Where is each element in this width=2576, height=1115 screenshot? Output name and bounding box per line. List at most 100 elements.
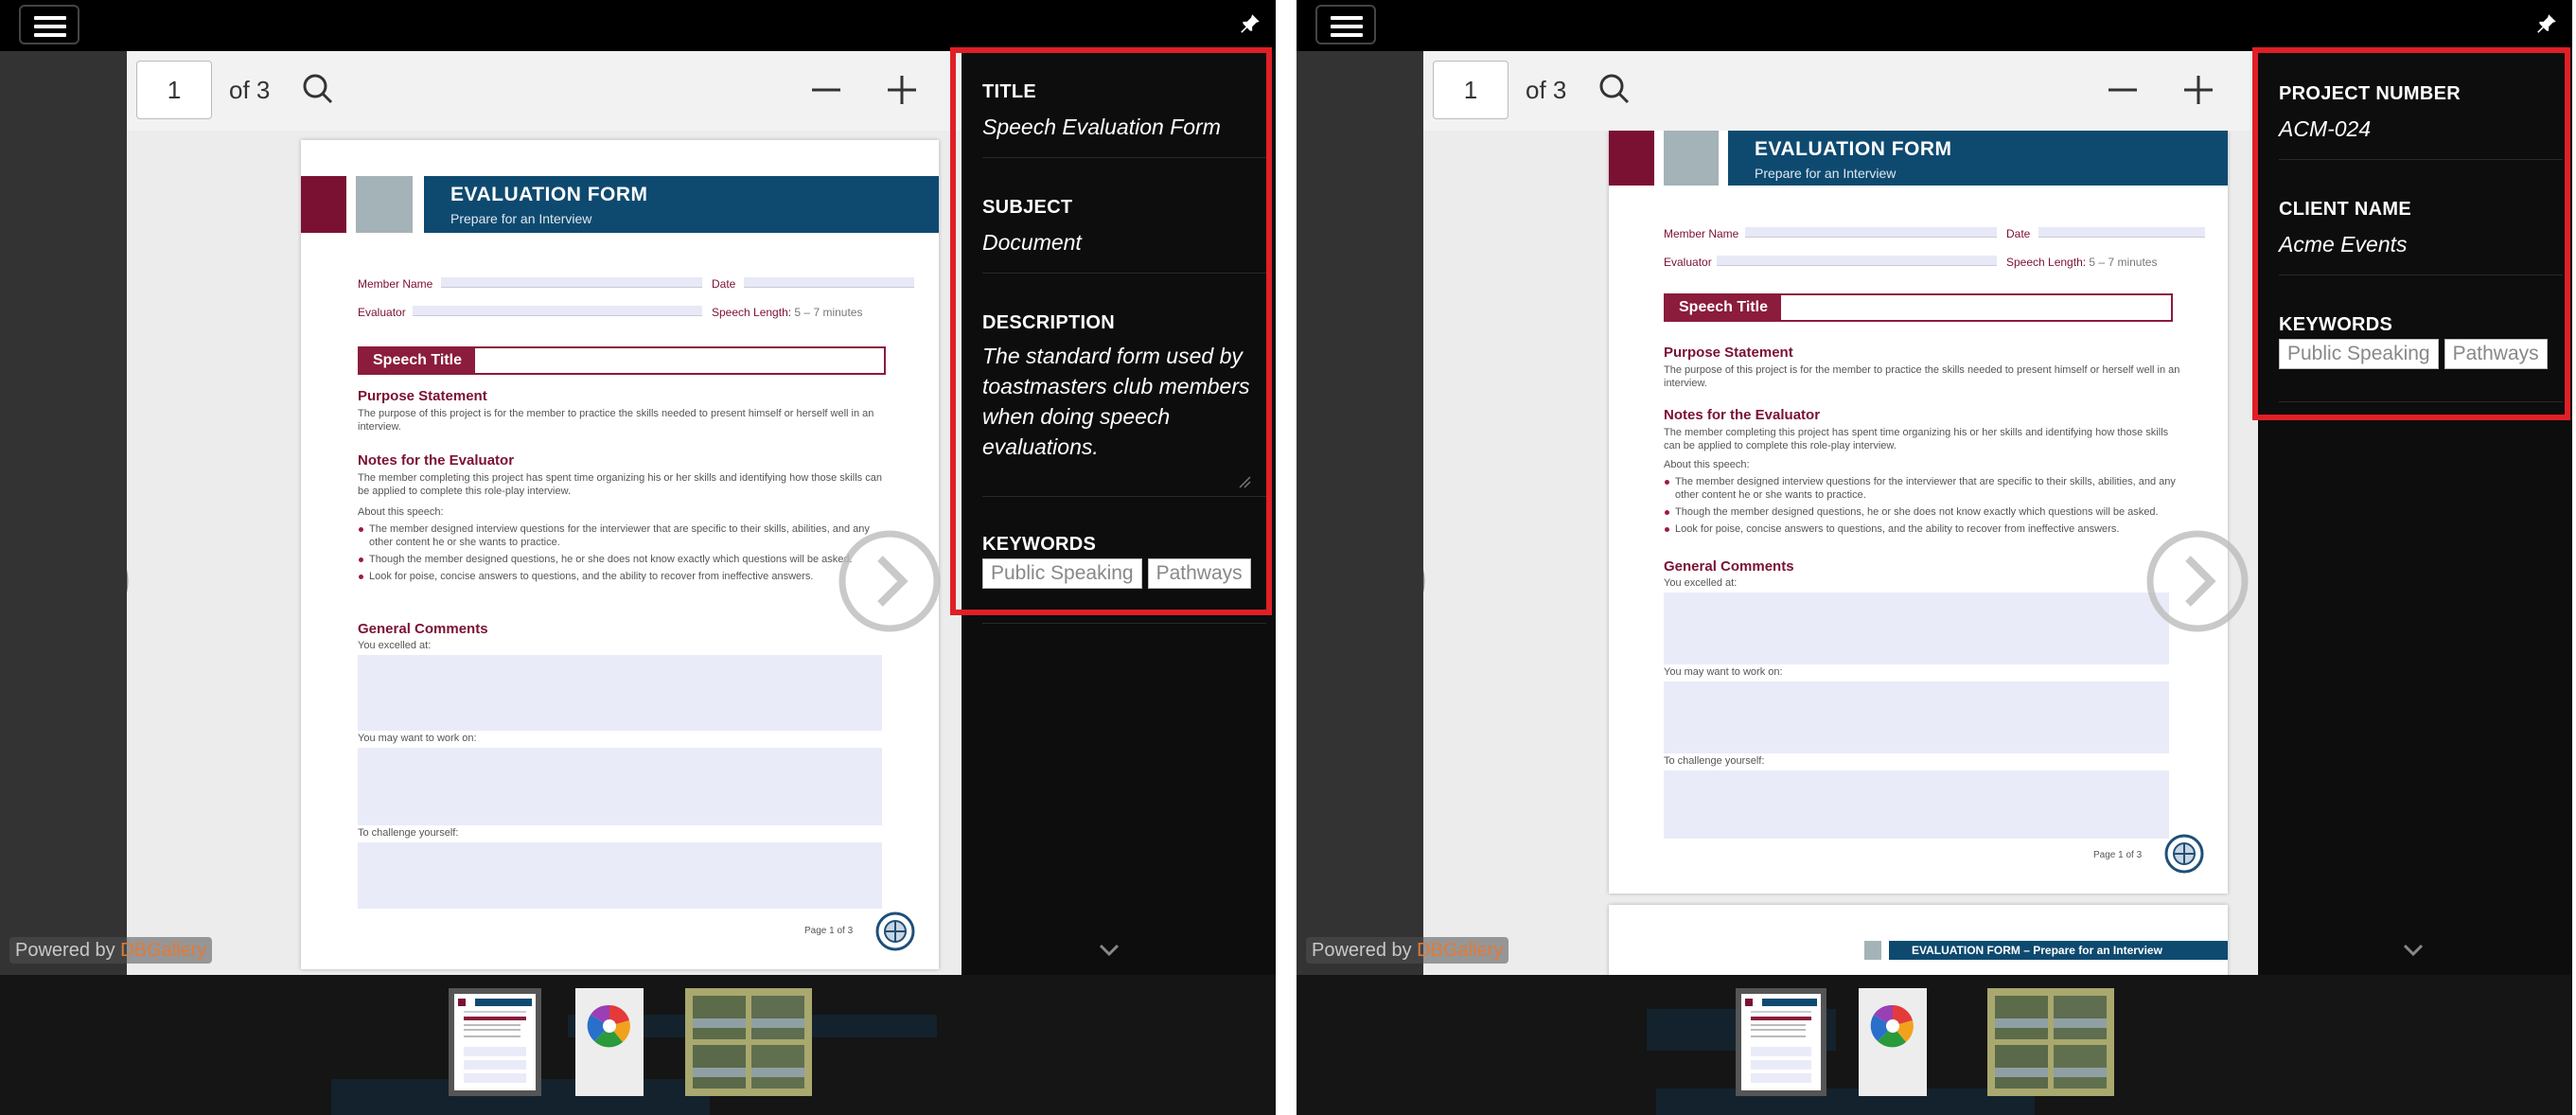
date-label: Date <box>712 277 736 291</box>
speech-length-value: 5 – 7 minutes <box>2089 256 2158 269</box>
thumbnail-strip <box>1297 975 2572 1115</box>
thumbnail-page-2[interactable] <box>575 988 644 1096</box>
top-bar <box>1297 0 2572 51</box>
next-arrow-icon[interactable] <box>837 528 943 634</box>
search-icon[interactable] <box>1594 68 1637 112</box>
thumbnail-page-3[interactable] <box>685 988 812 1096</box>
about-label: About this speech: <box>1664 459 1750 470</box>
document-area[interactable]: EVALUATION FORM Prepare for an Interview… <box>127 131 962 975</box>
speech-title-row: Speech Title <box>358 346 886 375</box>
menu-icon-bar <box>34 25 66 28</box>
previous-arrow-icon[interactable] <box>127 528 131 634</box>
notes-text: The member completing this project has s… <box>358 472 882 497</box>
previous-arrow-icon[interactable] <box>1423 528 1427 634</box>
member-name-field <box>441 277 702 288</box>
powered-by-badge[interactable]: Powered by DBGallery <box>1306 937 1509 964</box>
bullet-item: The member designed interview questions … <box>358 522 888 549</box>
member-name-field <box>1745 227 1997 238</box>
menu-icon-bar <box>1331 33 1363 37</box>
purpose-heading: Purpose Statement <box>358 388 487 404</box>
challenge-box <box>358 842 882 909</box>
menu-icon-bar <box>34 33 66 37</box>
chevron-down-icon[interactable] <box>1098 943 1120 958</box>
purpose-text: The purpose of this project is for the m… <box>1664 364 2180 389</box>
zoom-in-icon[interactable] <box>2177 68 2220 112</box>
general-comments-heading: General Comments <box>1664 558 1794 575</box>
search-icon[interactable] <box>297 68 341 112</box>
menu-icon-bar <box>34 16 66 20</box>
menu-button[interactable] <box>19 5 79 44</box>
menu-icon-bar <box>1331 16 1363 20</box>
zoom-out-icon[interactable] <box>804 68 848 112</box>
thumbnail-page-1-image <box>454 994 536 1090</box>
speech-title-label: Speech Title <box>1666 295 1781 320</box>
header-square-gray <box>356 176 413 233</box>
left-viewer: 1 of 3 EVALUATION FORM Prepare for an In… <box>0 0 1276 1115</box>
page-number-input[interactable]: 1 <box>1433 61 1509 119</box>
page-count-label: of 3 <box>229 76 271 104</box>
page-footer: Page 1 of 3 <box>2093 850 2143 860</box>
thumbnail-page-2[interactable] <box>1859 988 1927 1096</box>
excelled-box <box>1664 593 2169 664</box>
date-field <box>744 277 914 288</box>
highlight-frame <box>950 47 1272 615</box>
evaluator-label: Evaluator <box>1664 256 1712 269</box>
about-label: About this speech: <box>358 506 444 518</box>
zoom-in-icon[interactable] <box>880 68 924 112</box>
form-title: EVALUATION FORM <box>1755 138 1952 160</box>
work-on-box <box>358 748 882 825</box>
work-on-label: You may want to work on: <box>1664 666 1783 678</box>
bullet-item: Though the member designed questions, he… <box>1664 505 2180 519</box>
thumbnail-page-1[interactable] <box>1736 988 1826 1096</box>
toastmasters-seal-icon <box>875 911 915 951</box>
speech-length-text: Speech Length: <box>2006 256 2087 269</box>
thumbnail-page-3[interactable] <box>1987 988 2114 1096</box>
thumbnail-page-2-image <box>1859 988 1927 1096</box>
challenge-label: To challenge yourself: <box>1664 755 1765 767</box>
pin-icon[interactable] <box>1238 11 1262 36</box>
excelled-label: You excelled at: <box>1664 577 1738 589</box>
powered-by-prefix: Powered by <box>1312 940 1418 961</box>
form-subtitle: Prepare for an Interview <box>1755 166 1897 181</box>
notes-heading: Notes for the Evaluator <box>1664 407 1821 423</box>
powered-by-prefix: Powered by <box>15 940 121 961</box>
member-name-label: Member Name <box>1664 227 1739 240</box>
thumbnail-page-1[interactable] <box>449 988 541 1096</box>
speech-length-value: 5 – 7 minutes <box>794 306 863 319</box>
notes-bullet-list: The member designed interview questions … <box>358 522 888 587</box>
form-header-band: EVALUATION FORM Prepare for an Interview <box>1728 131 2228 186</box>
zoom-out-icon[interactable] <box>2101 68 2144 112</box>
page-number-input[interactable]: 1 <box>136 61 212 119</box>
work-on-box <box>1664 681 2169 753</box>
date-field <box>2038 227 2205 238</box>
header-square-gray <box>1864 941 1881 960</box>
document-area[interactable]: EVALUATION FORM Prepare for an Interview… <box>1423 131 2258 975</box>
chevron-down-icon[interactable] <box>2402 943 2425 958</box>
header-square-maroon <box>1609 131 1654 186</box>
powered-by-brand: DBGallery <box>120 940 207 961</box>
challenge-label: To challenge yourself: <box>358 827 459 839</box>
form-header-band: EVALUATION FORM – Prepare for an Intervi… <box>1889 941 2228 960</box>
date-label: Date <box>2006 227 2031 240</box>
menu-button[interactable] <box>1315 5 1376 44</box>
pin-icon[interactable] <box>2534 11 2559 36</box>
menu-icon-bar <box>1331 25 1363 28</box>
next-arrow-icon[interactable] <box>2144 528 2250 634</box>
thumbnail-page-2-image <box>575 988 644 1096</box>
notes-text: The member completing this project has s… <box>1664 427 2169 451</box>
pdf-toolbar: 1 of 3 <box>1423 51 2258 132</box>
notes-bullet-list: The member designed interview questions … <box>1664 475 2180 540</box>
form-header-band: EVALUATION FORM Prepare for an Interview <box>424 176 939 233</box>
speech-title-row: Speech Title <box>1664 293 2173 322</box>
thumbnail-page-3-image <box>1987 988 2114 1096</box>
excelled-box <box>358 655 882 731</box>
page-2-header: EVALUATION FORM – Prepare for an Intervi… <box>1912 944 2162 957</box>
evaluator-field <box>1717 256 1997 266</box>
excelled-label: You excelled at: <box>358 640 432 651</box>
powered-by-badge[interactable]: Powered by DBGallery <box>9 937 213 964</box>
pdf-toolbar: 1 of 3 <box>127 51 962 132</box>
bullet-item: Look for poise, concise answers to quest… <box>1664 522 2180 536</box>
bullet-item: Though the member designed questions, he… <box>358 553 888 566</box>
separator <box>982 623 1266 624</box>
work-on-label: You may want to work on: <box>358 733 477 744</box>
